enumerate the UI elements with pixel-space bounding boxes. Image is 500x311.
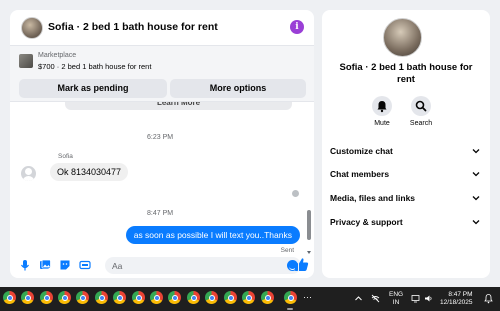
chrome-icon[interactable] — [284, 291, 297, 304]
section-label: Privacy & support — [330, 217, 403, 227]
sticker-icon[interactable] — [59, 259, 71, 271]
monitor-icon[interactable] — [411, 294, 420, 303]
microphone-icon[interactable] — [19, 259, 31, 271]
read-receipt-icon — [292, 190, 299, 197]
chevron-down-icon — [472, 196, 480, 201]
chrome-icon[interactable] — [224, 291, 237, 304]
gif-icon[interactable] — [79, 259, 91, 271]
info-icon[interactable]: i — [290, 20, 304, 34]
scrollbar-thumb[interactable] — [307, 210, 311, 240]
language-region: IN — [392, 298, 400, 306]
listing-thumbnail[interactable] — [19, 54, 33, 68]
message-list: Learn More 6:23 PM Sofia Ok 8134030477 8… — [10, 102, 314, 254]
section-privacy-support[interactable]: Privacy & support — [330, 214, 480, 230]
search-icon[interactable] — [411, 96, 431, 116]
chrome-icon[interactable] — [187, 291, 200, 304]
composer — [10, 254, 314, 278]
message-scrollbar[interactable] — [307, 104, 312, 254]
language-indicator[interactable]: ENG IN — [389, 291, 403, 311]
notification-bell-icon[interactable] — [483, 293, 494, 304]
chrome-icon[interactable] — [242, 291, 255, 304]
volume-icon[interactable] — [424, 294, 433, 303]
chrome-icon[interactable] — [150, 291, 163, 304]
chrome-icon[interactable] — [95, 291, 108, 304]
message-input[interactable] — [112, 259, 272, 272]
chrome-icon[interactable] — [113, 291, 126, 304]
marketplace-label: Marketplace — [38, 52, 77, 59]
chrome-icon[interactable] — [3, 291, 16, 304]
chrome-icon[interactable] — [168, 291, 181, 304]
system-clock[interactable]: 8:47 PM 12/18/2025 — [440, 291, 473, 311]
chat-header: Sofia · 2 bed 1 bath house for rent i — [10, 10, 314, 46]
message-input-container[interactable] — [105, 257, 301, 274]
conversation-title: Sofia · 2 bed 1 bath house for rent — [339, 62, 473, 85]
chrome-icon[interactable] — [58, 291, 71, 304]
section-label: Media, files and links — [330, 193, 416, 203]
section-media-files-links[interactable]: Media, files and links — [330, 190, 480, 206]
mute-label: Mute — [374, 120, 390, 127]
chevron-up-icon[interactable] — [354, 294, 363, 303]
section-customize-chat[interactable]: Customize chat — [330, 143, 480, 159]
chevron-down-icon — [472, 172, 480, 177]
bell-icon[interactable] — [372, 96, 392, 116]
chat-title[interactable]: Sofia · 2 bed 1 bath house for rent — [48, 21, 218, 33]
mark-as-pending-button[interactable]: Mark as pending — [19, 79, 167, 98]
clock-time: 8:47 PM — [448, 291, 473, 298]
chevron-down-icon — [472, 220, 480, 225]
section-label: Chat members — [330, 169, 390, 179]
search-button[interactable]: Search — [401, 96, 441, 127]
message-status: Sent — [280, 247, 294, 254]
section-label: Customize chat — [330, 146, 393, 156]
search-label: Search — [409, 120, 433, 127]
chrome-icon[interactable] — [261, 291, 274, 304]
taskbar: ··· ENG IN 8:47 PM 12/18/2025 — [0, 287, 500, 311]
chrome-icon[interactable] — [205, 291, 218, 304]
chat-panel: Sofia · 2 bed 1 bath house for rent i Ma… — [10, 10, 314, 278]
contact-profile-picture[interactable] — [383, 18, 422, 57]
sender-avatar[interactable] — [21, 166, 36, 181]
learn-more-link[interactable]: Learn More — [65, 102, 292, 110]
contact-avatar[interactable] — [21, 17, 43, 39]
chevron-down-icon — [472, 149, 480, 154]
sender-name: Sofia — [58, 153, 73, 160]
more-options-button[interactable]: More options — [170, 79, 306, 98]
outgoing-message[interactable]: as soon as possible I will text you..Tha… — [125, 226, 300, 244]
chrome-icon[interactable] — [76, 291, 89, 304]
chrome-icon[interactable] — [40, 291, 53, 304]
conversation-info-panel: Sofia · 2 bed 1 bath house for rent Mute… — [322, 10, 490, 278]
network-off-icon[interactable] — [371, 294, 380, 303]
incoming-message[interactable]: Ok 8134030477 — [50, 163, 129, 181]
language-code: ENG — [389, 291, 404, 298]
more-icon[interactable]: ··· — [303, 292, 312, 302]
active-window-indicator — [287, 308, 293, 310]
marketplace-banner: Marketplace $700 · 2 bed 1 bath house fo… — [10, 46, 314, 102]
chrome-icon[interactable] — [132, 291, 145, 304]
timestamp: 8:47 PM — [147, 210, 174, 217]
mute-button[interactable]: Mute — [362, 96, 402, 127]
section-chat-members[interactable]: Chat members — [330, 166, 480, 182]
thumbs-up-icon[interactable] — [294, 257, 309, 272]
timestamp: 6:23 PM — [147, 134, 174, 141]
chrome-icon[interactable] — [21, 291, 34, 304]
listing-title[interactable]: $700 · 2 bed 1 bath house for rent — [38, 62, 151, 71]
photo-icon[interactable] — [39, 259, 51, 271]
clock-date: 12/18/2025 — [440, 298, 473, 306]
